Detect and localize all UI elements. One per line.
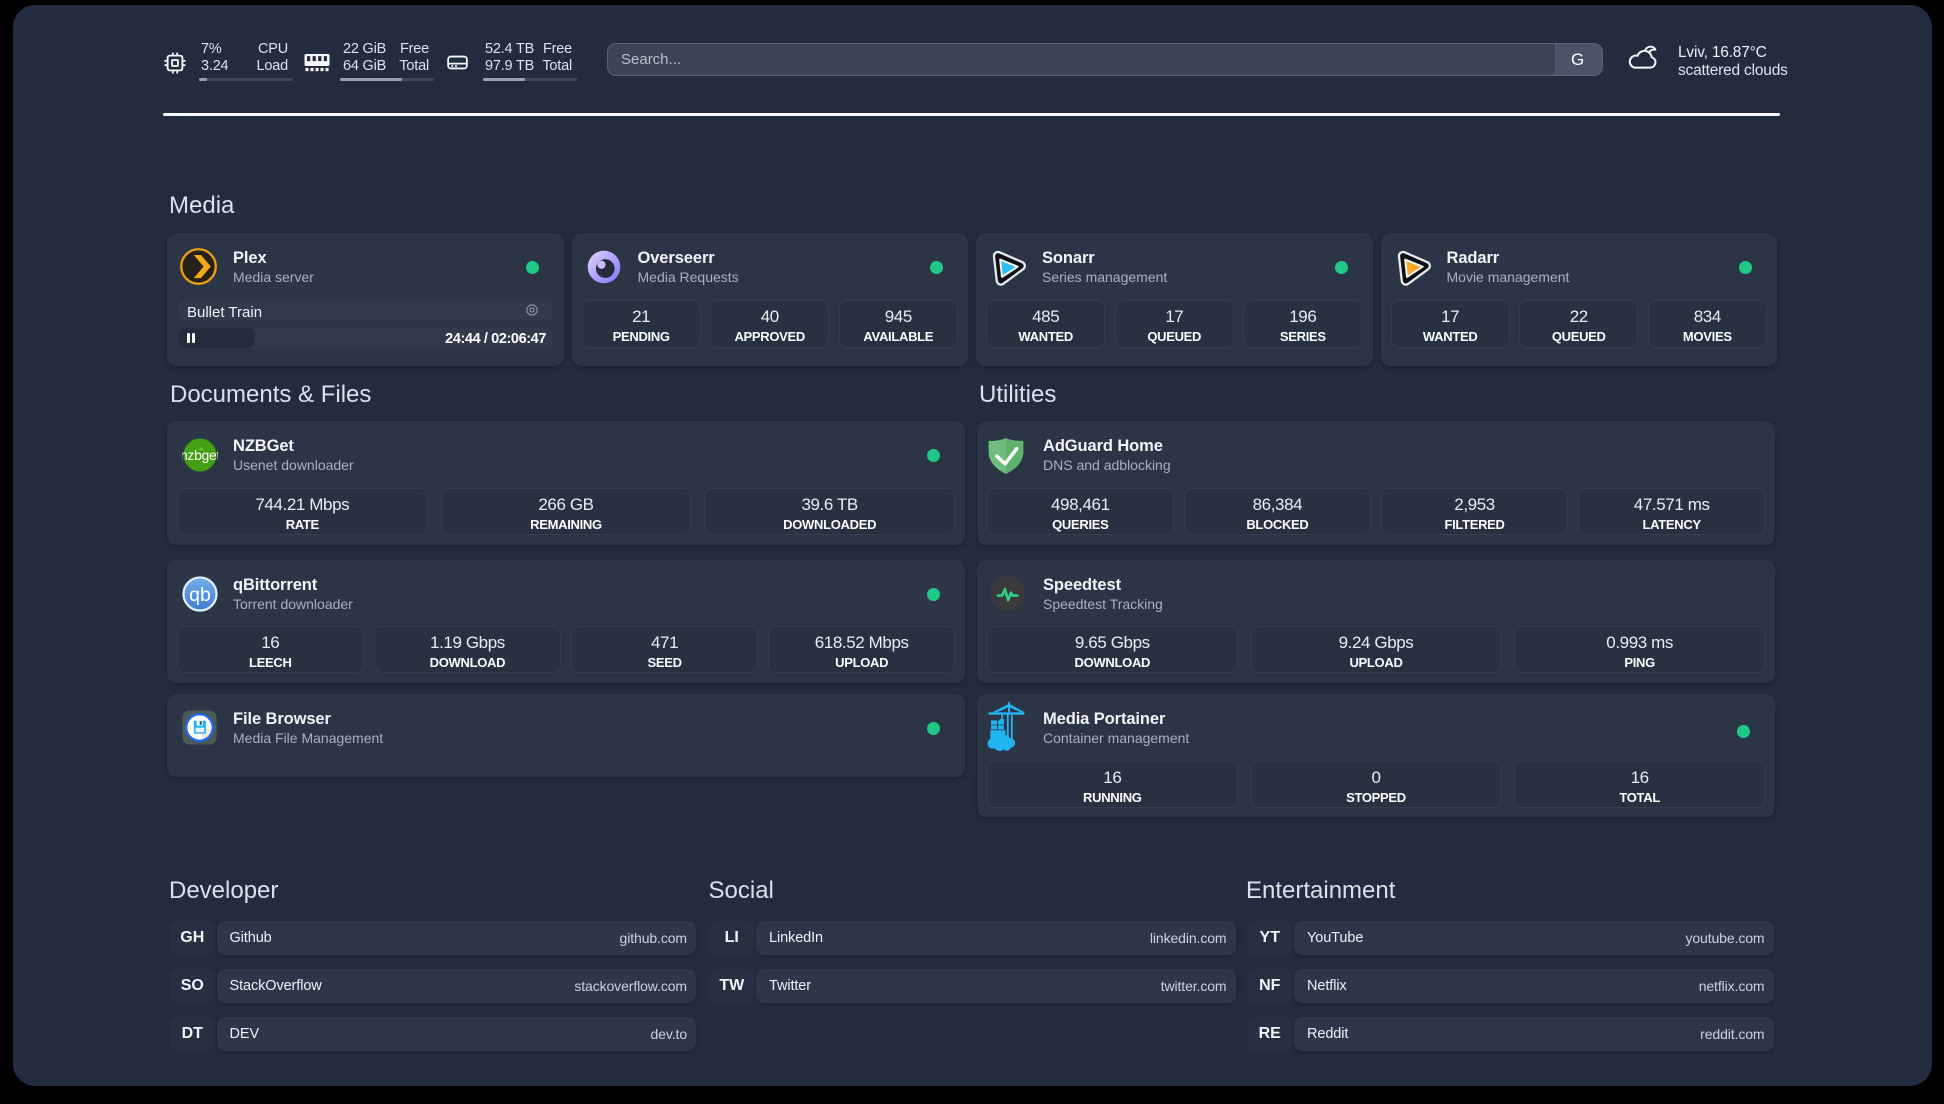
svg-text:nzbget: nzbget <box>182 447 218 463</box>
svg-text:qb: qb <box>189 584 211 606</box>
